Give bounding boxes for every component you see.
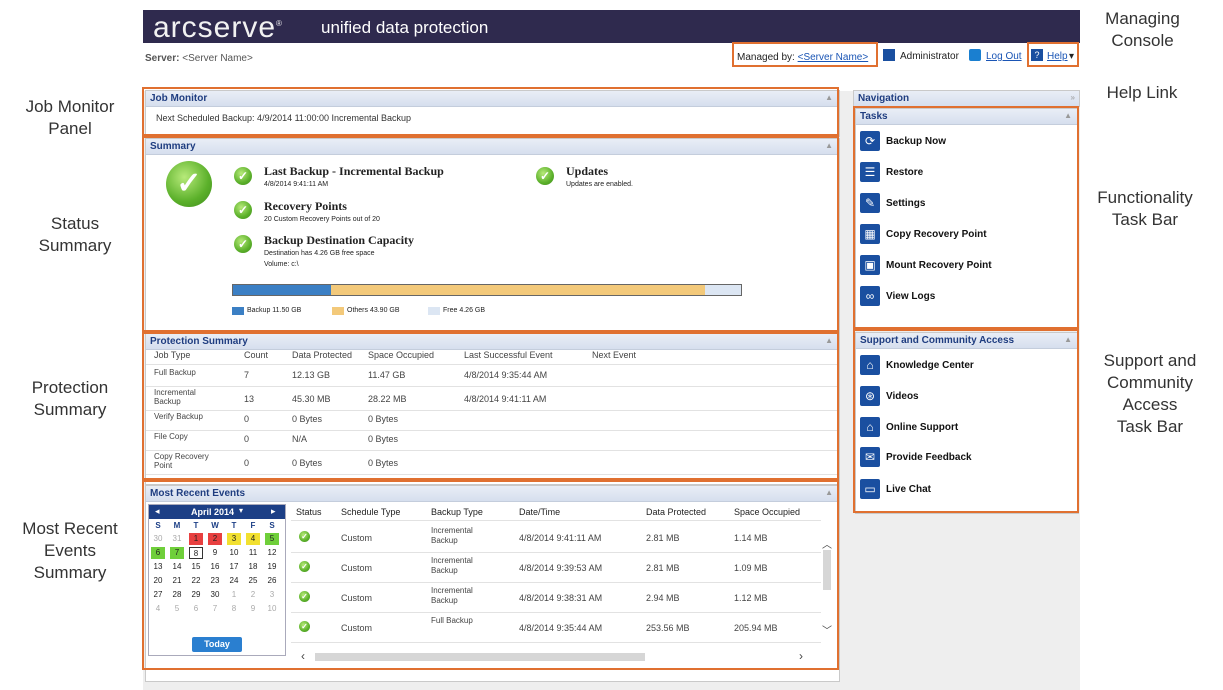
user-name: Administrator xyxy=(900,51,959,62)
logo: arcserve® xyxy=(153,11,283,44)
server-bar: Server: <Server Name> Managed by: <Serve… xyxy=(143,43,1080,91)
expand-icon[interactable]: » xyxy=(1071,93,1075,102)
logout-icon xyxy=(969,49,981,61)
annotation-status-summary: Status Summary xyxy=(38,214,112,255)
product-name: unified data protection xyxy=(321,18,489,37)
highlight-protection-summary xyxy=(142,332,839,480)
highlight-support-task-bar xyxy=(853,329,1079,513)
annotation-job-monitor-panel: Job Monitor Panel xyxy=(25,97,115,138)
user-icon xyxy=(883,49,895,61)
navigation-panel: Navigation » xyxy=(853,90,1080,107)
annotation-protection-summary: Protection Summary xyxy=(31,378,109,419)
server-info: Server: <Server Name> xyxy=(145,53,253,64)
logout-link[interactable]: Log Out xyxy=(986,51,1022,62)
navigation-title: Navigation xyxy=(854,91,1079,107)
annotation-support-task-bar: Support and Community Access Task Bar xyxy=(1103,351,1197,436)
annotation-help-link: Help Link xyxy=(1106,83,1178,102)
highlight-help-link xyxy=(1027,42,1079,67)
highlight-status-summary xyxy=(142,136,839,332)
highlight-job-monitor xyxy=(142,87,839,136)
annotation-most-recent-events: Most Recent Events Summary xyxy=(22,519,118,582)
highlight-most-recent-events xyxy=(142,480,839,670)
banner: arcserve® unified data protection xyxy=(143,10,1080,44)
annotation-functionality-task-bar: Functionality Task Bar xyxy=(1097,188,1193,229)
highlight-functionality-task-bar xyxy=(853,106,1079,329)
annotation-managing-console: Managing Console xyxy=(1105,9,1180,50)
highlight-managing-console xyxy=(732,42,878,67)
